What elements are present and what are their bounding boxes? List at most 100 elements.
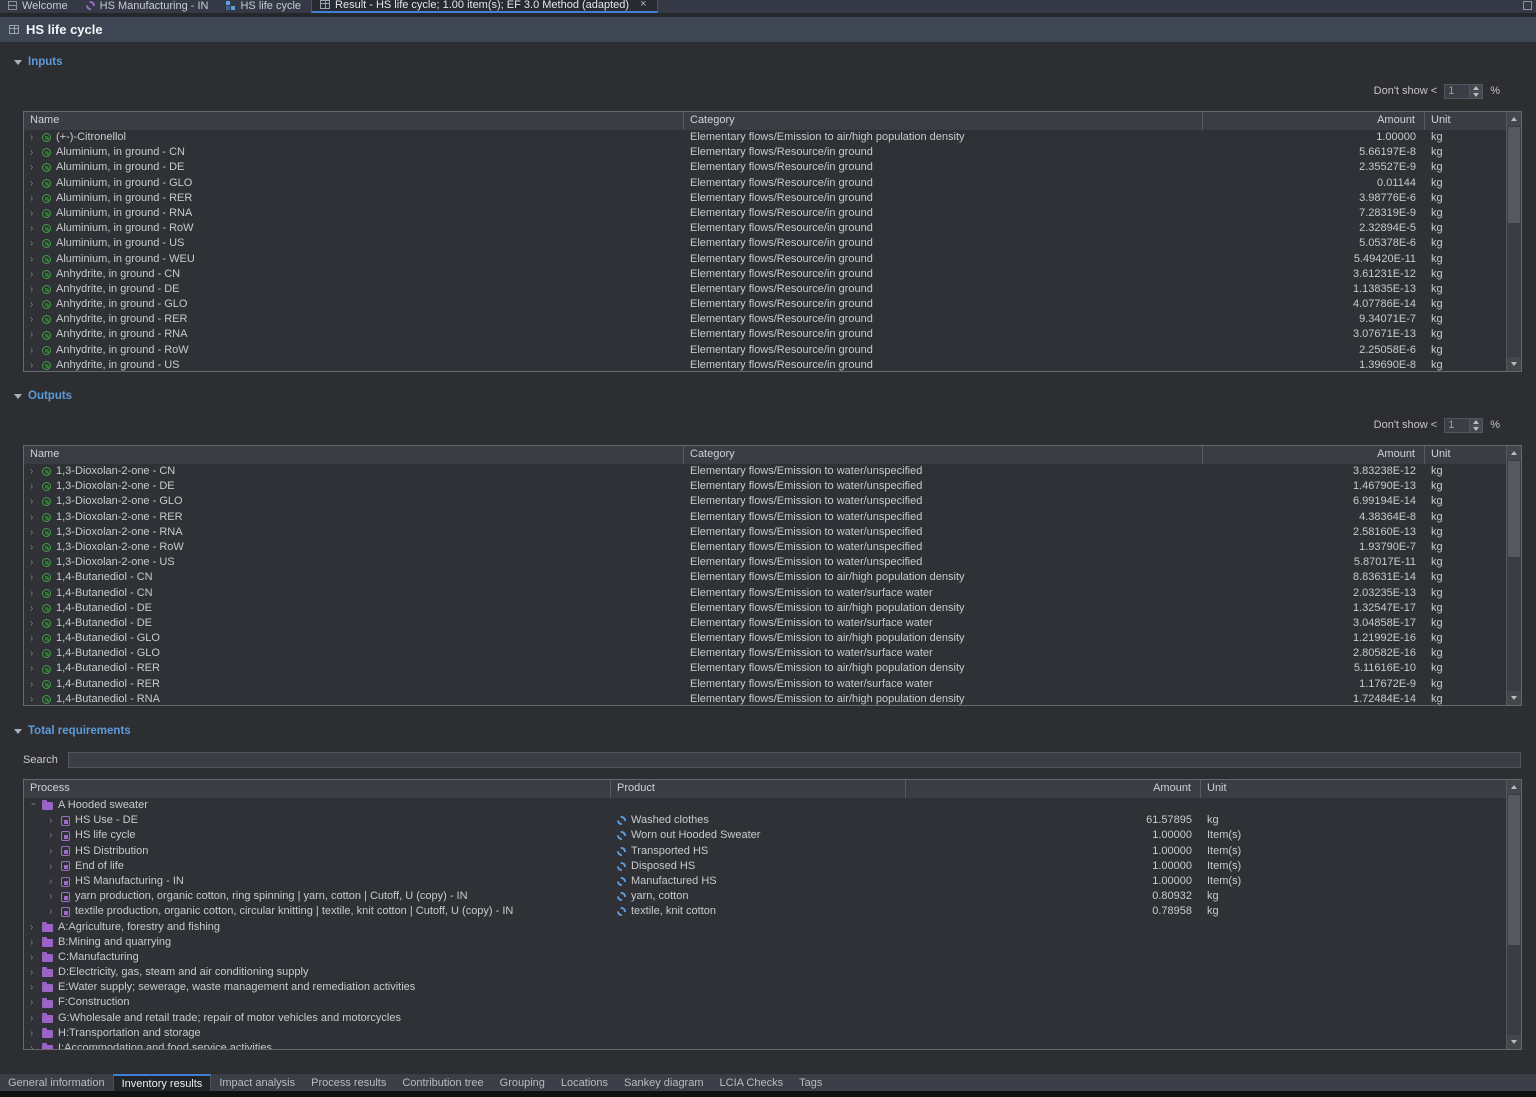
flow-row[interactable]: ›1,3-Dioxolan-2-one - USElementary flows…: [24, 555, 1506, 570]
column-header-process[interactable]: Process: [24, 780, 611, 798]
scroll-up-icon[interactable]: [1507, 112, 1521, 126]
outputs-section-header[interactable]: Outputs: [14, 390, 1522, 402]
collapse-triangle-icon[interactable]: [14, 60, 22, 65]
flow-row[interactable]: ›Anhydrite, in ground - CNElementary flo…: [24, 267, 1506, 282]
tab-tags[interactable]: Tags: [791, 1074, 830, 1091]
category-row[interactable]: ›A Hooded sweater: [24, 798, 1506, 813]
flow-row[interactable]: ›1,3-Dioxolan-2-one - CNElementary flows…: [24, 464, 1506, 479]
tab-inventory-results[interactable]: Inventory results: [113, 1074, 212, 1091]
collapse-triangle-icon[interactable]: [14, 394, 22, 399]
flow-row[interactable]: ›1,3-Dioxolan-2-one - GLOElementary flow…: [24, 494, 1506, 509]
category-row[interactable]: ›F:Construction: [24, 995, 1506, 1010]
tab-locations[interactable]: Locations: [553, 1074, 616, 1091]
flow-row[interactable]: ›Aluminium, in ground - RNAElementary fl…: [24, 206, 1506, 221]
flow-row[interactable]: ›1,4-Butanediol - GLOElementary flows/Em…: [24, 631, 1506, 646]
dont-show-spinner[interactable]: [1470, 418, 1483, 433]
category-row[interactable]: ›H:Transportation and storage: [24, 1026, 1506, 1041]
search-input[interactable]: [68, 752, 1521, 768]
total-requirements-section-header[interactable]: Total requirements: [14, 725, 1522, 737]
editor-tab[interactable]: Result - HS life cycle; 1.00 item(s); EF…: [311, 0, 658, 13]
tab-grouping[interactable]: Grouping: [492, 1074, 553, 1091]
column-header-category[interactable]: Category: [684, 446, 1203, 464]
editor-tab[interactable]: Welcome: [0, 0, 78, 13]
flow-row[interactable]: ›1,3-Dioxolan-2-one - RoWElementary flow…: [24, 540, 1506, 555]
scrollbar-thumb[interactable]: [1508, 461, 1520, 557]
category-row[interactable]: ›D:Electricity, gas, steam and air condi…: [24, 965, 1506, 980]
tab-sankey-diagram[interactable]: Sankey diagram: [616, 1074, 712, 1091]
process-scrollbar[interactable]: [1506, 780, 1521, 1049]
flow-row[interactable]: ›1,4-Butanediol - GLOElementary flows/Em…: [24, 646, 1506, 661]
process-row[interactable]: ›HS life cycleWorn out Hooded Sweater1.0…: [24, 828, 1506, 843]
process-row[interactable]: ›HS Manufacturing - INManufactured HS1.0…: [24, 874, 1506, 889]
flow-row[interactable]: ›Aluminium, in ground - DEElementary flo…: [24, 160, 1506, 175]
dont-show-input[interactable]: [1444, 418, 1470, 433]
process-row[interactable]: ›yarn production, organic cotton, ring s…: [24, 889, 1506, 904]
process-row[interactable]: ›textile production, organic cotton, cir…: [24, 904, 1506, 919]
flow-row[interactable]: ›1,4-Butanediol - DEElementary flows/Emi…: [24, 601, 1506, 616]
column-header-name[interactable]: Name: [24, 446, 684, 464]
scrollbar-thumb[interactable]: [1508, 795, 1520, 945]
inputs-section-header[interactable]: Inputs: [14, 56, 1522, 68]
tab-impact-analysis[interactable]: Impact analysis: [211, 1074, 303, 1091]
scroll-down-icon[interactable]: [1507, 357, 1521, 371]
flow-row[interactable]: ›1,3-Dioxolan-2-one - RERElementary flow…: [24, 510, 1506, 525]
spinner-down-icon[interactable]: [1470, 91, 1482, 98]
column-header-unit[interactable]: Unit: [1425, 112, 1506, 130]
flow-row[interactable]: ›Anhydrite, in ground - RERElementary fl…: [24, 312, 1506, 327]
scroll-down-icon[interactable]: [1507, 691, 1521, 705]
dont-show-input[interactable]: [1444, 84, 1470, 99]
column-header-category[interactable]: Category: [684, 112, 1203, 130]
flow-row[interactable]: ›1,4-Butanediol - CNElementary flows/Emi…: [24, 570, 1506, 585]
category-row[interactable]: ›A:Agriculture, forestry and fishing: [24, 920, 1506, 935]
column-header-product[interactable]: Product: [611, 780, 906, 798]
flow-row[interactable]: ›Aluminium, in ground - USElementary flo…: [24, 236, 1506, 251]
category-row[interactable]: ›E:Water supply; sewerage, waste managem…: [24, 980, 1506, 995]
process-row[interactable]: ›HS DistributionTransported HS1.00000Ite…: [24, 844, 1506, 859]
flow-row[interactable]: ›1,4-Butanediol - RERElementary flows/Em…: [24, 661, 1506, 676]
scroll-down-icon[interactable]: [1507, 1035, 1521, 1049]
window-restore-icon[interactable]: [1523, 1, 1532, 10]
inputs-scrollbar[interactable]: [1506, 112, 1521, 371]
flow-row[interactable]: ›Aluminium, in ground - GLOElementary fl…: [24, 176, 1506, 191]
process-row[interactable]: ›HS Use - DEWashed clothes61.57895kg: [24, 813, 1506, 828]
tab-lcia-checks[interactable]: LCIA Checks: [712, 1074, 792, 1091]
scroll-up-icon[interactable]: [1507, 446, 1521, 460]
flow-row[interactable]: ›Aluminium, in ground - CNElementary flo…: [24, 145, 1506, 160]
column-header-name[interactable]: Name: [24, 112, 684, 130]
category-row[interactable]: ›I:Accommodation and food service activi…: [24, 1041, 1506, 1049]
column-header-unit[interactable]: Unit: [1425, 446, 1506, 464]
flow-row[interactable]: ›Anhydrite, in ground - USElementary flo…: [24, 358, 1506, 371]
tab-general-information[interactable]: General information: [0, 1074, 113, 1091]
outputs-scrollbar[interactable]: [1506, 446, 1521, 705]
flow-row[interactable]: ›Anhydrite, in ground - DEElementary flo…: [24, 282, 1506, 297]
category-row[interactable]: ›G:Wholesale and retail trade; repair of…: [24, 1011, 1506, 1026]
flow-row[interactable]: ›1,4-Butanediol - RNAElementary flows/Em…: [24, 692, 1506, 705]
flow-row[interactable]: ›Anhydrite, in ground - GLOElementary fl…: [24, 297, 1506, 312]
flow-row[interactable]: ›Anhydrite, in ground - RNAElementary fl…: [24, 327, 1506, 342]
spinner-down-icon[interactable]: [1470, 425, 1482, 432]
flow-row[interactable]: ›1,4-Butanediol - CNElementary flows/Emi…: [24, 586, 1506, 601]
collapse-triangle-icon[interactable]: [14, 729, 22, 734]
flow-row[interactable]: ›Aluminium, in ground - WEUElementary fl…: [24, 252, 1506, 267]
flow-row[interactable]: ›Anhydrite, in ground - RoWElementary fl…: [24, 343, 1506, 358]
editor-tab[interactable]: HS Manufacturing - IN: [78, 0, 219, 13]
flow-row[interactable]: ›1,4-Butanediol - RERElementary flows/Em…: [24, 677, 1506, 692]
flow-row[interactable]: ›1,4-Butanediol - DEElementary flows/Emi…: [24, 616, 1506, 631]
category-row[interactable]: ›B:Mining and quarrying: [24, 935, 1506, 950]
category-row[interactable]: ›C:Manufacturing: [24, 950, 1506, 965]
dont-show-spinner[interactable]: [1470, 84, 1483, 99]
column-header-amount[interactable]: Amount: [906, 780, 1201, 798]
editor-tab[interactable]: HS life cycle: [218, 0, 311, 13]
tab-process-results[interactable]: Process results: [303, 1074, 394, 1091]
column-header-unit[interactable]: Unit: [1201, 780, 1506, 798]
flow-row[interactable]: ›Aluminium, in ground - RERElementary fl…: [24, 191, 1506, 206]
tab-contribution-tree[interactable]: Contribution tree: [394, 1074, 491, 1091]
scroll-up-icon[interactable]: [1507, 780, 1521, 794]
flow-row[interactable]: ›1,3-Dioxolan-2-one - RNAElementary flow…: [24, 525, 1506, 540]
flow-row[interactable]: ›(+-)-CitronellolElementary flows/Emissi…: [24, 130, 1506, 145]
flow-row[interactable]: ›1,3-Dioxolan-2-one - DEElementary flows…: [24, 479, 1506, 494]
process-row[interactable]: ›End of lifeDisposed HS1.00000Item(s): [24, 859, 1506, 874]
column-header-amount[interactable]: Amount: [1203, 446, 1425, 464]
scrollbar-thumb[interactable]: [1508, 127, 1520, 223]
column-header-amount[interactable]: Amount: [1203, 112, 1425, 130]
